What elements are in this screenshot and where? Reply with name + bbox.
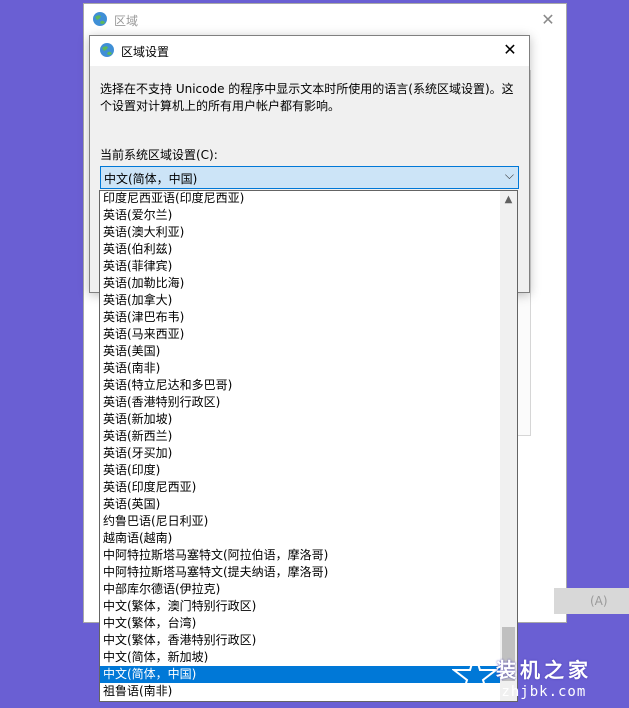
dialog-description: 选择在不支持 Unicode 的程序中显示文本时所使用的语言(系统区域设置)。这…	[100, 82, 514, 113]
list-item[interactable]: 英语(牙买加)	[100, 445, 500, 462]
chevron-down-icon[interactable]: ⌵	[505, 168, 514, 183]
globe-icon	[92, 11, 108, 27]
list-item[interactable]: 中部库尔德语(伊拉克)	[100, 581, 500, 598]
list-item[interactable]: 约鲁巴语(尼日利亚)	[100, 513, 500, 530]
list-item[interactable]: 中文(繁体，台湾)	[100, 615, 500, 632]
locale-combobox[interactable]: 中文(简体，中国) ⌵	[100, 166, 519, 189]
apply-button[interactable]: (A)	[554, 588, 629, 614]
list-item[interactable]: 英语(印度尼西亚)	[100, 479, 500, 496]
list-item[interactable]: 英语(爱尔兰)	[100, 207, 500, 224]
list-item[interactable]: 祖鲁语(南非)	[100, 683, 500, 700]
list-item[interactable]: 英语(印度)	[100, 462, 500, 479]
list-item[interactable]: 英语(特立尼达和多巴哥)	[100, 377, 500, 394]
list-item[interactable]: 英语(新西兰)	[100, 428, 500, 445]
watermark-url: gzhjbk.com	[492, 684, 587, 700]
list-item[interactable]: 中文(简体，新加坡)	[100, 649, 500, 666]
list-item[interactable]: 印度尼西亚语(印度尼西亚)	[100, 191, 500, 207]
list-item[interactable]: 英语(津巴布韦)	[100, 309, 500, 326]
list-item[interactable]: 英语(加勒比海)	[100, 275, 500, 292]
list-item[interactable]: 中文(繁体，香港特别行政区)	[100, 632, 500, 649]
dialog-title: 区域设置	[121, 45, 170, 59]
region-window-title: 区域	[114, 14, 139, 28]
dialog-titlebar: 区域设置 ✕	[90, 36, 529, 66]
locale-dropdown-list[interactable]: 印度尼西亚语(印度尼西亚) 英语(爱尔兰) 英语(澳大利亚) 英语(伯利兹) 英语(菲律…	[99, 190, 518, 702]
watermark-title: 装机之家	[496, 658, 592, 682]
list-item[interactable]: 中文(繁体，澳门特别行政区)	[100, 598, 500, 615]
watermark: 装机之家 gzhjbk.com	[452, 650, 622, 706]
list-item[interactable]: 英语(香港特别行政区)	[100, 394, 500, 411]
list-item[interactable]: 中文(简体，中国)	[100, 666, 500, 683]
current-locale-label: 当前系统区域设置(C):	[100, 148, 218, 162]
dialog-close-button[interactable]: ✕	[499, 39, 521, 61]
list-item[interactable]: 英语(伯利兹)	[100, 241, 500, 258]
dropdown-scrollbar[interactable]: ▲	[500, 191, 517, 701]
list-item[interactable]: 英语(澳大利亚)	[100, 224, 500, 241]
scroll-up-icon[interactable]: ▲	[500, 191, 517, 208]
list-item[interactable]: 中阿特拉斯塔马塞特文(阿拉伯语，摩洛哥)	[100, 547, 500, 564]
region-window-close-button[interactable]: ✕	[536, 8, 560, 32]
list-item[interactable]: 英语(南非)	[100, 360, 500, 377]
list-item[interactable]: 英语(马来西亚)	[100, 326, 500, 343]
locale-combobox-value: 中文(简体，中国)	[104, 172, 198, 186]
globe-icon	[99, 42, 115, 58]
list-item[interactable]: 英语(加拿大)	[100, 292, 500, 309]
list-item[interactable]: 英语(美国)	[100, 343, 500, 360]
list-item[interactable]: 中阿特拉斯塔马塞特文(提夫纳语，摩洛哥)	[100, 564, 500, 581]
list-item[interactable]: 英语(菲律宾)	[100, 258, 500, 275]
list-item[interactable]: 英语(新加坡)	[100, 411, 500, 428]
region-window-titlebar: 区域 ✕	[84, 4, 566, 36]
list-item[interactable]: 越南语(越南)	[100, 530, 500, 547]
list-item[interactable]: 英语(英国)	[100, 496, 500, 513]
